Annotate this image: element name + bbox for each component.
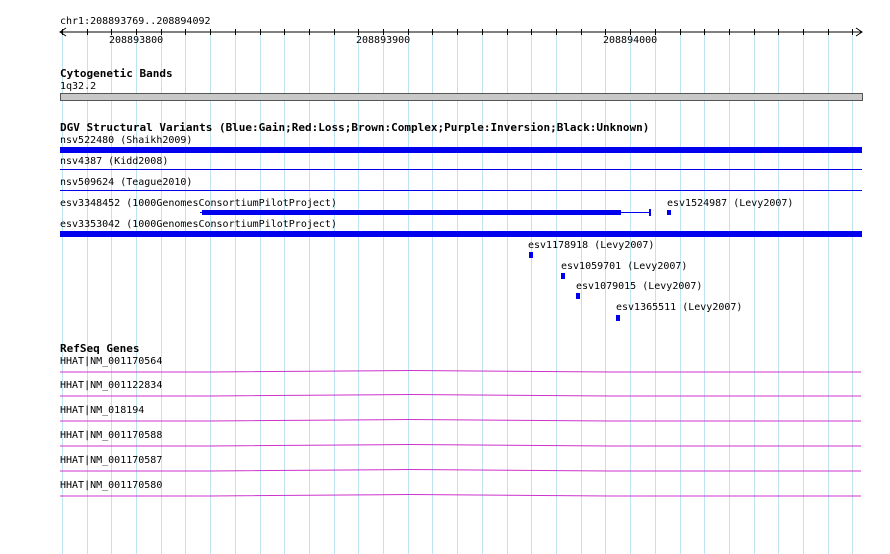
gene-label: HHAT|NM_018194 — [60, 405, 145, 416]
gene-model-NM_018194 — [60, 418, 861, 422]
feature-label: nsv4387 (Kidd2008) — [60, 156, 169, 167]
gene-model-NM_001170587 — [60, 468, 861, 472]
gene-label: HHAT|NM_001170587 — [60, 455, 163, 466]
feature-label: nsv522480 (Shaikh2009) — [60, 135, 193, 146]
gene-models — [60, 369, 861, 497]
variant-esv1365511[interactable] — [616, 315, 620, 321]
variant-nsv509624[interactable] — [60, 190, 862, 191]
variant-esv3348452[interactable] — [202, 210, 621, 215]
feature-label: esv1365511 (Levy2007) — [616, 302, 743, 313]
gene-label: HHAT|NM_001170580 — [60, 480, 163, 491]
variant-esv1524987[interactable] — [667, 210, 671, 215]
gene-model-NM_001122834 — [60, 393, 861, 397]
variant-nsv522480[interactable] — [60, 147, 862, 153]
feature-label: esv1178918 (Levy2007) — [528, 240, 655, 251]
gene-model-NM_001170564 — [60, 369, 861, 373]
feature-label: esv3353042 (1000GenomesConsortiumPilotPr… — [60, 219, 337, 230]
feature-label: esv3348452 (1000GenomesConsortiumPilotPr… — [60, 198, 337, 209]
tracks-area: Cytogenetic Bands 1q32.2 DGV Structural … — [0, 0, 890, 554]
gene-model-NM_001170580 — [60, 493, 861, 497]
cytoband-label: 1q32.2 — [60, 81, 97, 92]
feature-label: esv1079015 (Levy2007) — [576, 281, 703, 292]
feature-label: esv1059701 (Levy2007) — [561, 261, 688, 272]
gene-label: HHAT|NM_001122834 — [60, 380, 163, 391]
variant-esv1178918[interactable] — [529, 252, 533, 258]
variant-nsv4387[interactable] — [60, 169, 862, 170]
feature-label: esv1524987 (Levy2007) — [667, 198, 794, 209]
variant-esv3348452-end[interactable] — [649, 209, 651, 216]
cytoband-track-title: Cytogenetic Bands — [60, 67, 173, 80]
variant-esv3353042[interactable] — [60, 231, 862, 237]
cytoband-bar[interactable] — [60, 93, 863, 101]
variant-esv1059701[interactable] — [561, 273, 565, 279]
refseq-track-title: RefSeq Genes — [60, 342, 140, 355]
gene-label: HHAT|NM_001170588 — [60, 430, 163, 441]
dgv-track-title: DGV Structural Variants (Blue:Gain;Red:L… — [60, 121, 650, 134]
gene-label: HHAT|NM_001170564 — [60, 356, 163, 367]
gene-model-NM_001170588 — [60, 443, 861, 447]
variant-esv1079015[interactable] — [576, 293, 580, 299]
genome-browser-view: chr1:208893769..208894092 208893800 2088… — [0, 0, 890, 554]
feature-label: nsv509624 (Teague2010) — [60, 177, 193, 188]
